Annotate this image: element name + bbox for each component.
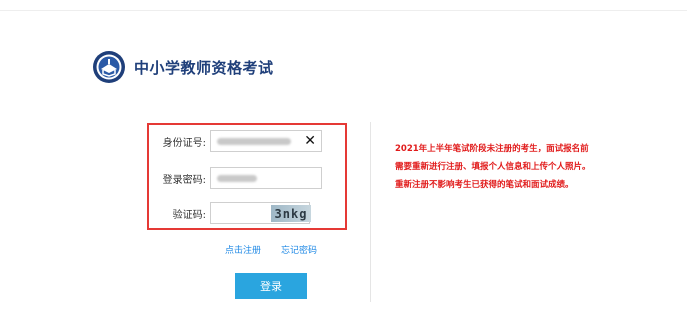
masked-password-value bbox=[217, 175, 257, 182]
login-button[interactable]: 登录 bbox=[235, 273, 307, 299]
brand-header: 中小学教师资格考试 bbox=[92, 50, 274, 84]
ntce-emblem-icon bbox=[93, 51, 125, 83]
vertical-divider bbox=[370, 122, 371, 302]
password-input[interactable] bbox=[210, 167, 322, 189]
id-number-label: 身份证号: bbox=[162, 137, 206, 149]
top-divider bbox=[0, 10, 687, 11]
forgot-password-link[interactable]: 忘记密码 bbox=[281, 243, 317, 256]
id-number-row: 身份证号: ✕ bbox=[150, 130, 335, 152]
registration-notice: 2021年上半年笔试阶段未注册的考生，面试报名前需要重新进行注册、填报个人信息和… bbox=[395, 144, 591, 190]
captcha-image[interactable]: 3nkg bbox=[271, 205, 311, 222]
close-icon[interactable]: ✕ bbox=[304, 131, 316, 151]
id-number-input[interactable]: ✕ bbox=[210, 130, 322, 152]
site-title: 中小学教师资格考试 bbox=[134, 58, 274, 77]
captcha-row: 验证码: 3nkg bbox=[150, 202, 335, 224]
captcha-input[interactable]: 3nkg bbox=[210, 202, 311, 224]
password-row: 登录密码: bbox=[150, 167, 335, 189]
password-label: 登录密码: bbox=[162, 174, 206, 186]
redacted-id-value bbox=[217, 138, 291, 145]
captcha-label: 验证码: bbox=[172, 209, 206, 221]
auth-links: 点击注册 忘记密码 bbox=[225, 243, 337, 256]
register-link[interactable]: 点击注册 bbox=[225, 243, 261, 256]
